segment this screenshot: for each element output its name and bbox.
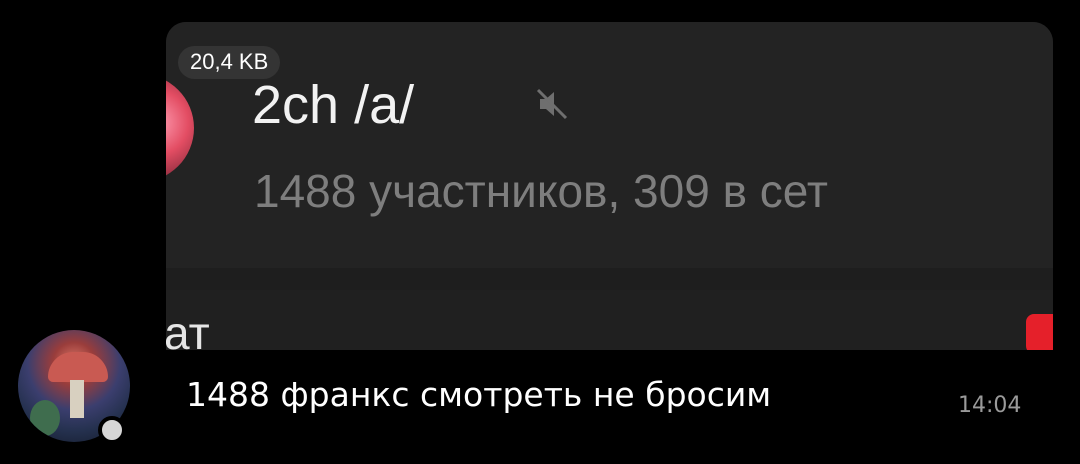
screenshot-lower-text: ат bbox=[166, 307, 210, 350]
screenshot-red-badge bbox=[1026, 314, 1053, 350]
screenshot-divider bbox=[166, 268, 1053, 290]
online-status-dot bbox=[98, 416, 126, 444]
photo-attachment[interactable]: 2ch /a/ 1488 участников, 309 в сет ат 20… bbox=[166, 22, 1053, 350]
screenshot-chat-header bbox=[166, 22, 1053, 268]
file-size-badge: 20,4 KB bbox=[178, 46, 281, 79]
muted-speaker-icon bbox=[536, 88, 568, 120]
avatar-mushroom-stem bbox=[70, 380, 84, 418]
avatar-mushroom-cap bbox=[48, 352, 108, 382]
chat-screen: 2ch /a/ 1488 участников, 309 в сет ат 20… bbox=[0, 0, 1080, 464]
screenshot-group-subtitle: 1488 участников, 309 в сет bbox=[254, 165, 828, 217]
message-text: 1488 франкс смотреть не бросим bbox=[186, 375, 772, 414]
message-time: 14:04 bbox=[958, 393, 1022, 418]
screenshot-lower-area bbox=[166, 290, 1053, 350]
avatar-leaf bbox=[30, 400, 60, 436]
screenshot-group-title: 2ch /a/ bbox=[252, 75, 415, 135]
